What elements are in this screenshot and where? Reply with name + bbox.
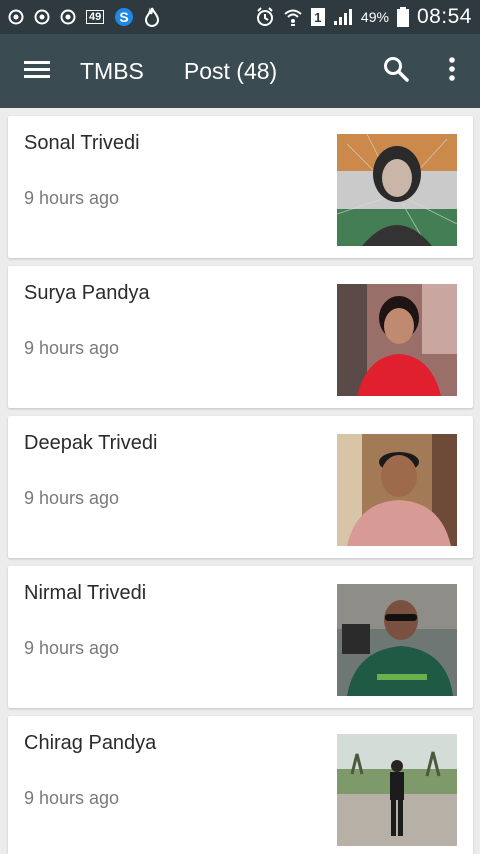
post-author: Surya Pandya [24,282,150,304]
s-logo-icon: S [114,7,134,27]
app-bar: TMBS Post (48) [0,34,480,108]
clock: 08:54 [416,5,472,28]
battery-icon [396,7,409,27]
post-card[interactable]: Chirag Pandya 9 hours ago [8,716,473,854]
post-time: 9 hours ago [24,188,120,208]
profile-photo[interactable] [337,434,457,546]
hamburger-menu-icon [24,59,50,84]
svg-text:S: S [120,9,129,25]
profile-photo[interactable] [337,584,457,696]
flame-icon [144,7,160,27]
battery-percent: 49% [360,9,389,25]
app-title: TMBS [80,57,144,84]
post-author: Deepak Trivedi [24,432,158,454]
search-icon [383,56,409,87]
more-options-button[interactable] [424,34,480,108]
post-card[interactable]: Surya Pandya 9 hours ago [8,266,473,408]
post-time: 9 hours ago [24,638,120,658]
signal-icon [333,8,353,26]
circle-icon [8,9,24,25]
wifi-icon [283,7,303,27]
circle-icon [34,9,50,25]
post-author: Chirag Pandya [24,732,157,754]
post-card[interactable]: Deepak Trivedi 9 hours ago [8,416,473,558]
status-bar: 49 S 1 49% 08:54 [0,0,480,34]
notification-badge-icon: 49 [86,10,105,24]
post-author: Sonal Trivedi [24,132,140,154]
sim-icon: 1 [310,8,325,26]
post-time: 9 hours ago [24,788,120,808]
section-title: Post (48) [183,57,278,84]
post-card[interactable]: Nirmal Trivedi 9 hours ago [8,566,473,708]
post-author: Nirmal Trivedi [24,582,147,604]
profile-photo[interactable] [337,734,457,846]
more-vertical-icon [448,56,456,87]
post-card[interactable]: Sonal Trivedi 9 hours ago [8,116,473,258]
alarm-icon [255,7,275,27]
profile-photo[interactable] [337,134,457,246]
post-time: 9 hours ago [24,488,120,508]
post-time: 9 hours ago [24,338,120,358]
circle-icon [60,9,76,25]
profile-photo[interactable] [337,284,457,396]
search-button[interactable] [368,34,424,108]
menu-button[interactable] [0,34,74,108]
